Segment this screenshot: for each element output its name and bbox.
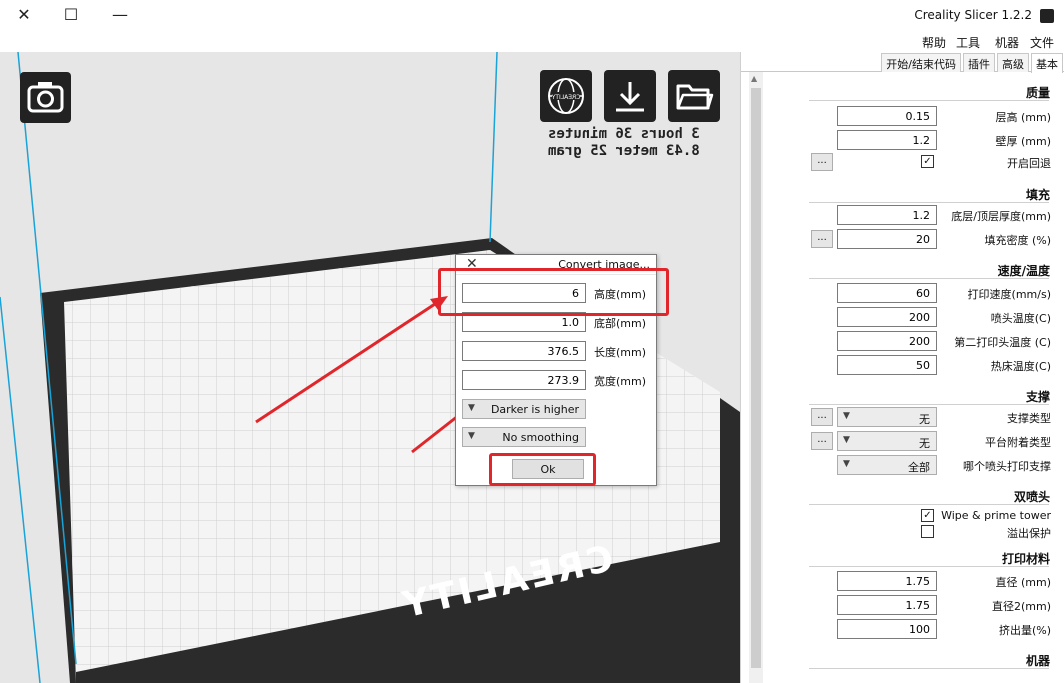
nozzle-temp-input[interactable] bbox=[837, 307, 937, 327]
title-bar: ✕ ☐ — Creality Slicer 1.2.2 bbox=[0, 0, 1064, 32]
tab-start-end-gcode[interactable]: 开始/结束代码 bbox=[881, 53, 961, 72]
section-dual-extrusion: 双喷头 bbox=[1013, 490, 1050, 504]
nozzle-temp-row: 喷头温度(C) bbox=[741, 307, 1064, 327]
support-more-button[interactable]: ... bbox=[811, 408, 833, 426]
bed-temp-row: 热床温度(C) bbox=[741, 355, 1064, 375]
chevron-down-icon: ▼ bbox=[843, 411, 850, 421]
svg-text:CREALITY: CREALITY bbox=[551, 94, 580, 101]
width-label: 宽度(mm) bbox=[594, 375, 647, 388]
wall-thickness-row: 壁厚 (mm) bbox=[741, 130, 1064, 150]
support-type-select[interactable]: ▼ 无 bbox=[837, 407, 937, 427]
fill-more-button[interactable]: ... bbox=[811, 230, 833, 248]
print-speed-input[interactable] bbox=[837, 283, 937, 303]
length-input[interactable] bbox=[462, 341, 586, 361]
flow-row: 挤出量(%) bbox=[741, 619, 1064, 639]
chevron-down-icon: ▼ bbox=[468, 431, 475, 441]
folder-icon bbox=[676, 84, 714, 110]
globe-icon: CREALITY bbox=[548, 78, 584, 114]
support-type-row: ... ▼ 无 支撑类型 bbox=[741, 407, 1064, 427]
minimize-icon[interactable]: — bbox=[108, 4, 132, 26]
maximize-icon[interactable]: ☐ bbox=[59, 4, 83, 26]
ooze-shield-checkbox[interactable] bbox=[921, 525, 934, 538]
settings-panel: 基本 高级 插件 开始/结束代码 ▲ 质量 层高 (mm) 壁厚 (mm) ..… bbox=[740, 52, 1064, 683]
smoothing-row: ▼ No smoothing bbox=[462, 427, 652, 447]
menu-help[interactable]: 帮助 bbox=[922, 34, 946, 51]
chevron-down-icon: ▼ bbox=[843, 459, 850, 469]
retraction-checkbox[interactable]: ✓ bbox=[921, 155, 934, 168]
length-row: 长度(mm) bbox=[462, 341, 652, 361]
section-support: 支撑 bbox=[1025, 390, 1050, 404]
support-extruder-row: ▼ 全部 哪个喷头打印支撑 bbox=[741, 455, 1064, 475]
adhesion-row: ... ▼ 无 平台附着类型 bbox=[741, 431, 1064, 451]
tab-basic[interactable]: 基本 bbox=[1031, 53, 1063, 73]
flow-input[interactable] bbox=[837, 619, 937, 639]
nozzle2-temp-row: 第二打印头温度 (C) bbox=[741, 331, 1064, 351]
fill-density-input[interactable] bbox=[837, 229, 937, 249]
adhesion-select[interactable]: ▼ 无 bbox=[837, 431, 937, 451]
close-icon[interactable]: ✕ bbox=[12, 4, 36, 26]
diameter-input[interactable] bbox=[837, 571, 937, 591]
open-file-button[interactable] bbox=[668, 70, 720, 122]
print-material: 8.43 meter 25 gram bbox=[548, 143, 700, 159]
section-quality: 质量 bbox=[1025, 86, 1050, 100]
tab-advanced[interactable]: 高级 bbox=[997, 53, 1029, 72]
tab-plugins[interactable]: 插件 bbox=[963, 53, 995, 72]
diameter2-row: 直径2(mm) bbox=[741, 595, 1064, 615]
wipe-tower-checkbox[interactable]: ✓ bbox=[921, 509, 934, 522]
section-speed: 速度/温度 bbox=[997, 264, 1050, 278]
menu-machine[interactable]: 机器 bbox=[995, 34, 1019, 51]
fill-density-row: ... 填充密度 (%) bbox=[741, 229, 1064, 249]
save-gcode-button[interactable] bbox=[604, 70, 656, 122]
bed-temp-input[interactable] bbox=[837, 355, 937, 375]
layer-height-row: 层高 (mm) bbox=[741, 106, 1064, 126]
wall-thickness-input[interactable] bbox=[837, 130, 937, 150]
section-fill: 填充 bbox=[1025, 188, 1050, 202]
length-label: 长度(mm) bbox=[594, 346, 647, 359]
layer-height-input[interactable] bbox=[837, 106, 937, 126]
nozzle2-temp-input[interactable] bbox=[837, 331, 937, 351]
scroll-up-icon[interactable]: ▲ bbox=[751, 74, 757, 83]
print-time: 3 hours 36 minutes bbox=[548, 126, 700, 142]
3d-viewport[interactable]: CREALITY CREALITY 3 hours 36 minutes 8.4… bbox=[0, 52, 740, 683]
smoothing-select[interactable]: ▼ No smoothing bbox=[462, 427, 586, 447]
chevron-down-icon: ▼ bbox=[843, 435, 850, 445]
window-title: Creality Slicer 1.2.2 bbox=[914, 8, 1032, 22]
section-filament: 打印材料 bbox=[1001, 552, 1050, 566]
app-logo-icon bbox=[1040, 9, 1054, 23]
width-row: 宽度(mm) bbox=[462, 370, 652, 390]
menu-bar: 文件 机器 工具 帮助 bbox=[0, 32, 1064, 52]
ooze-shield-row: 溢出保护 bbox=[741, 522, 1064, 542]
adhesion-more-button[interactable]: ... bbox=[811, 432, 833, 450]
camera-icon bbox=[27, 82, 64, 113]
ok-highlight bbox=[489, 453, 596, 486]
menu-tools[interactable]: 工具 bbox=[956, 34, 980, 51]
width-input[interactable] bbox=[462, 370, 586, 390]
print-estimate: 3 hours 36 minutes 8.43 meter 25 gram bbox=[548, 126, 710, 160]
bottom-top-row: 底层/顶层厚度(mm) bbox=[741, 205, 1064, 225]
height-highlight bbox=[438, 268, 669, 316]
menu-file[interactable]: 文件 bbox=[1030, 34, 1054, 51]
base-label: 底部(mm) bbox=[594, 317, 647, 330]
retraction-more-button[interactable]: ... bbox=[811, 153, 833, 171]
bottom-top-input[interactable] bbox=[837, 205, 937, 225]
creality-cloud-button[interactable]: CREALITY bbox=[540, 70, 592, 122]
diameter-row: 直径 (mm) bbox=[741, 571, 1064, 591]
download-icon bbox=[616, 82, 644, 112]
mode-row: ▼ Darker is higher bbox=[462, 399, 652, 419]
height-mode-select[interactable]: ▼ Darker is higher bbox=[462, 399, 586, 419]
print-speed-row: 打印速度(mm/s) bbox=[741, 283, 1064, 303]
support-extruder-select[interactable]: ▼ 全部 bbox=[837, 455, 937, 475]
diameter2-input[interactable] bbox=[837, 595, 937, 615]
settings-tabs: 基本 高级 插件 开始/结束代码 bbox=[741, 52, 1064, 73]
retraction-row: ... ✓ 开启回退 bbox=[741, 152, 1064, 172]
camera-button[interactable] bbox=[20, 72, 71, 123]
chevron-down-icon: ▼ bbox=[468, 403, 475, 413]
section-machine: 机器 bbox=[1025, 654, 1050, 668]
